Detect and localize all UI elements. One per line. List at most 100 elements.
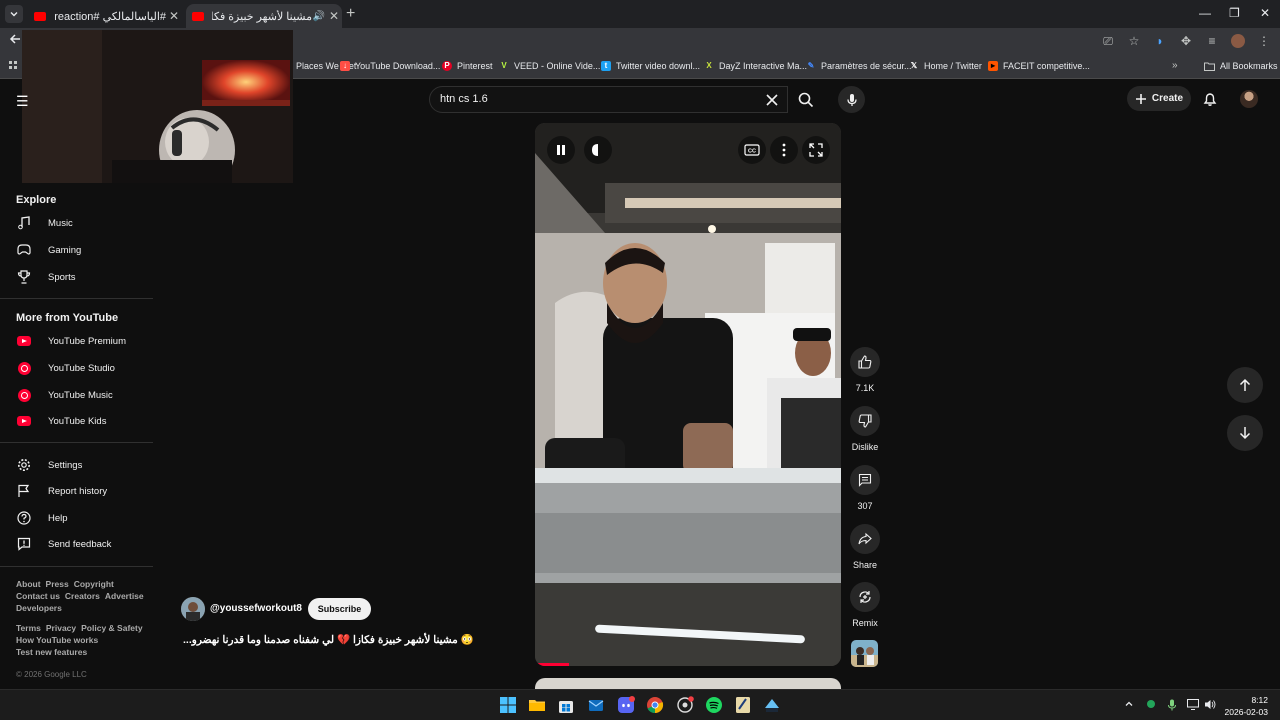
- editor-app-icon[interactable]: [734, 696, 752, 714]
- store-icon[interactable]: [557, 696, 575, 714]
- browser-tab-active[interactable]: مشينا لأشهر خبيزة فكازا 💔 لي شفناه صدمنا…: [186, 4, 342, 28]
- remix-label: Remix: [852, 618, 878, 628]
- remix-action[interactable]: Remix: [845, 582, 885, 628]
- profile-icon[interactable]: [1230, 33, 1246, 49]
- plus-icon: [1135, 93, 1146, 104]
- star-icon[interactable]: ☆: [1126, 33, 1142, 49]
- browser-tab[interactable]: #الياسالمالكي #edsabirireaction ✕: [28, 4, 182, 28]
- bookmark-item[interactable]: ✎ Paramètres de sécur...: [806, 61, 912, 71]
- pause-button[interactable]: [547, 136, 575, 164]
- dislike-action[interactable]: Dislike: [845, 406, 885, 452]
- extension-icon[interactable]: ◗: [1152, 33, 1168, 49]
- share-action[interactable]: Share: [845, 524, 885, 570]
- network-icon[interactable]: [1187, 699, 1199, 710]
- sidebar-item-youtube-music[interactable]: YouTube Music: [16, 385, 113, 405]
- bookmark-item[interactable]: ▸ FACEIT competitive...: [988, 61, 1090, 71]
- notifications-bell-icon[interactable]: [1202, 91, 1218, 107]
- speaker-tray-icon[interactable]: [1204, 699, 1216, 710]
- chrome-icon[interactable]: [646, 696, 664, 714]
- channel-name[interactable]: @youssefworkout8: [210, 603, 302, 614]
- footer-links: Terms Privacy Policy & Safety: [16, 623, 148, 633]
- sidebar-item-settings[interactable]: Settings: [16, 455, 82, 475]
- more-options-button[interactable]: [770, 136, 798, 164]
- minimize-button[interactable]: —: [1199, 6, 1211, 20]
- sidebar-item-youtube-studio[interactable]: YouTube Studio: [16, 358, 115, 378]
- footer-link[interactable]: How YouTube works: [16, 635, 98, 645]
- playback-progress-bar[interactable]: [535, 663, 569, 666]
- maximize-button[interactable]: ❐: [1229, 6, 1240, 20]
- bookmark-item[interactable]: V VEED - Online Vide...: [499, 61, 600, 71]
- close-tab-icon[interactable]: ✕: [326, 9, 342, 23]
- clear-search-icon[interactable]: [763, 91, 781, 109]
- microphone-icon: [846, 93, 857, 106]
- microphone-tray-icon[interactable]: [1167, 699, 1177, 711]
- volume-button[interactable]: [584, 136, 612, 164]
- footer-link[interactable]: Terms: [16, 623, 41, 633]
- install-app-icon[interactable]: ⎚: [1100, 33, 1116, 49]
- status-dot-icon[interactable]: [1146, 699, 1156, 709]
- bookmark-item[interactable]: ↓ YouTube Download...: [340, 61, 440, 71]
- channel-avatar[interactable]: [181, 597, 205, 621]
- captions-button[interactable]: CC: [738, 136, 766, 164]
- extensions-puzzle-icon[interactable]: ✥: [1178, 33, 1194, 49]
- tray-overflow-icon[interactable]: [1124, 699, 1134, 709]
- sidebar-item-help[interactable]: Help: [16, 508, 68, 528]
- footer-link[interactable]: Privacy: [46, 623, 76, 633]
- guide-menu-icon[interactable]: ☰: [16, 93, 29, 110]
- like-action[interactable]: 7.1K: [845, 347, 885, 393]
- back-button[interactable]: [8, 32, 22, 46]
- taskbar-clock[interactable]: 8:12 2026-02-03: [1225, 694, 1268, 718]
- bookmark-item[interactable]: X DayZ Interactive Ma...: [704, 61, 807, 71]
- footer-link[interactable]: Copyright: [74, 579, 114, 589]
- sidebar-item-report-history[interactable]: Report history: [16, 481, 107, 501]
- windows-start-icon[interactable]: [499, 696, 517, 714]
- youtube-favicon-icon: [192, 11, 204, 21]
- bookmark-item[interactable]: P Pinterest: [442, 61, 493, 71]
- footer-link[interactable]: Policy & Safety: [81, 623, 142, 633]
- steam-icon[interactable]: [763, 696, 781, 714]
- close-window-button[interactable]: ✕: [1260, 6, 1270, 20]
- create-button[interactable]: Create: [1127, 86, 1191, 111]
- sidebar-item-send-feedback[interactable]: Send feedback: [16, 534, 111, 554]
- more-bookmarks-button[interactable]: »: [1172, 60, 1178, 71]
- voice-search-button[interactable]: [838, 86, 865, 113]
- sidebar-item-youtube-premium[interactable]: YouTube Premium: [16, 331, 126, 351]
- short-caption[interactable]: 😳 مشينا لأشهر خبيزة فكازا 💔 لي شفناه صدم…: [183, 633, 474, 646]
- bookmark-item[interactable]: 𝕏 Home / Twitter: [909, 61, 982, 71]
- discord-icon[interactable]: [617, 696, 635, 714]
- sidebar-item-music[interactable]: Music: [16, 213, 73, 233]
- sound-thumbnail[interactable]: [851, 640, 878, 667]
- next-short-button[interactable]: [1227, 415, 1263, 451]
- sidebar-item-gaming[interactable]: Gaming: [16, 240, 81, 260]
- file-explorer-icon[interactable]: [528, 696, 546, 714]
- footer-link[interactable]: Test new features: [16, 647, 87, 657]
- footer-link[interactable]: Creators: [65, 591, 100, 601]
- search-button[interactable]: [788, 86, 824, 113]
- search-input[interactable]: htn cs 1.6: [429, 86, 788, 113]
- apps-grid-icon[interactable]: [8, 60, 20, 72]
- new-tab-button[interactable]: +: [346, 5, 355, 23]
- spotify-icon[interactable]: [705, 696, 723, 714]
- menu-kebab-icon[interactable]: ⋮: [1256, 33, 1272, 49]
- footer-link[interactable]: Press: [46, 579, 69, 589]
- speaker-icon[interactable]: 🔊: [312, 11, 326, 22]
- close-tab-icon[interactable]: ✕: [166, 9, 182, 23]
- fullscreen-button[interactable]: [802, 136, 830, 164]
- media-controls-icon[interactable]: ≡: [1204, 33, 1220, 49]
- footer-link[interactable]: Developers: [16, 603, 62, 613]
- mail-icon[interactable]: [587, 696, 605, 714]
- subscribe-button[interactable]: Subscribe: [308, 598, 371, 620]
- footer-link[interactable]: Advertise: [105, 591, 144, 601]
- user-avatar[interactable]: [1240, 90, 1258, 108]
- bookmark-item[interactable]: t Twitter video downl...: [601, 61, 700, 71]
- tab-search-button[interactable]: [5, 5, 23, 23]
- previous-short-button[interactable]: [1227, 367, 1263, 403]
- comments-action[interactable]: 307: [845, 465, 885, 511]
- shorts-video-player[interactable]: CC: [535, 123, 841, 666]
- sidebar-item-sports[interactable]: Sports: [16, 267, 75, 287]
- sidebar-item-youtube-kids[interactable]: YouTube Kids: [16, 411, 106, 431]
- footer-link[interactable]: About: [16, 579, 41, 589]
- steam-overlay-icon[interactable]: [676, 696, 694, 714]
- footer-link[interactable]: Contact us: [16, 591, 60, 601]
- all-bookmarks-button[interactable]: All Bookmarks: [1204, 61, 1278, 71]
